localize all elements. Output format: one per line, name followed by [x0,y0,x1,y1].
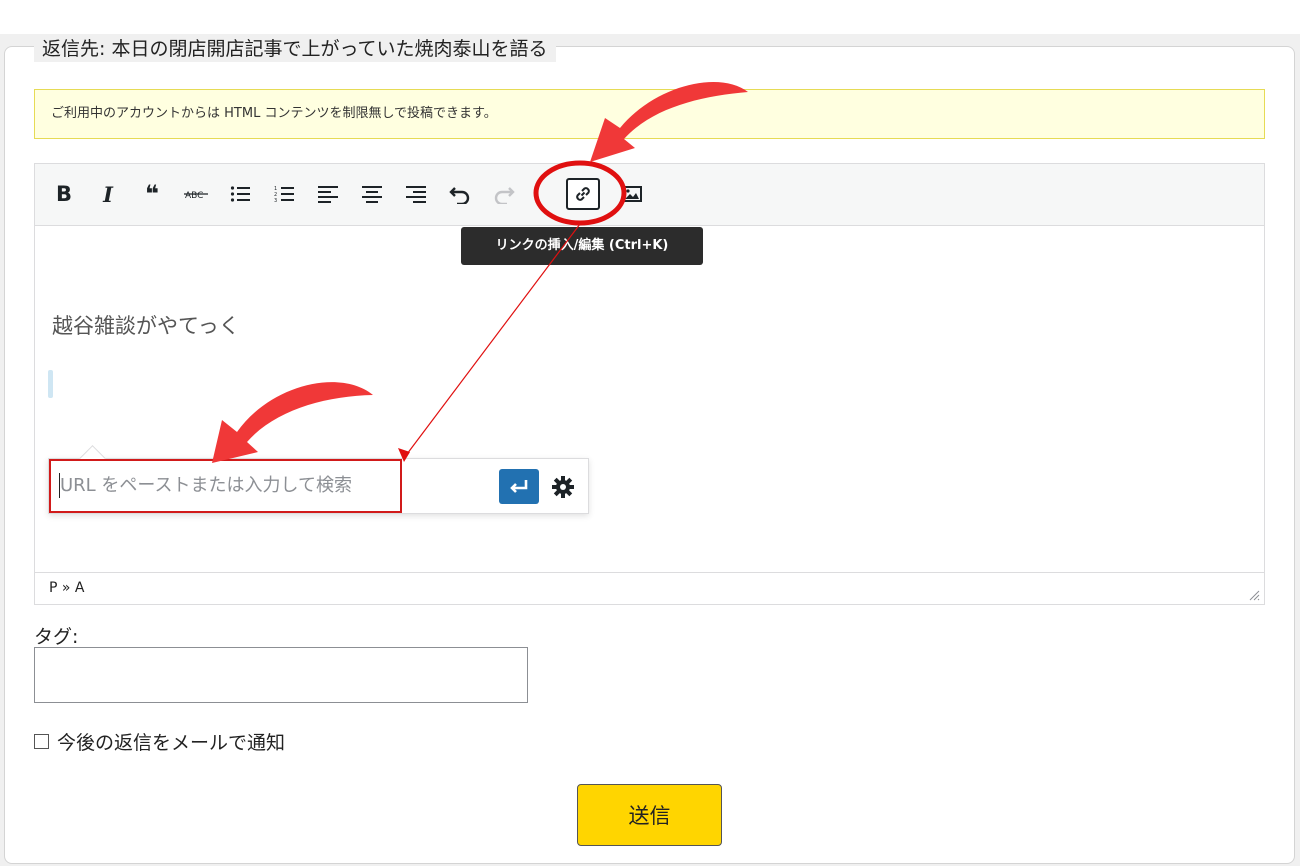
notify-option: 今後の返信をメールで通知 [34,728,285,755]
editor-content-text[interactable]: 越谷雑談がやてっく [52,310,240,340]
redo-icon[interactable] [487,178,521,210]
notify-checkbox[interactable] [34,734,49,749]
tag-label: タグ: [34,626,79,648]
html-notice: ご利用中のアカウントからは HTML コンテンツを制限無しで投稿できます。 [34,89,1265,139]
notify-label[interactable]: 今後の返信をメールで通知 [57,728,285,755]
reply-legend: 返信先: 本日の閉店開店記事で上がっていた焼肉泰山を語る [34,36,556,62]
link-tooltip: リンクの挿入/編集 (Ctrl+K) [461,227,703,265]
inline-link-popup: URL をペーストまたは入力して検索 [48,445,589,514]
tag-input[interactable] [34,647,528,703]
align-right-icon[interactable] [399,178,433,210]
align-left-icon[interactable] [311,178,345,210]
bulleted-list-icon[interactable] [223,178,257,210]
svg-text:3: 3 [274,198,277,203]
italic-icon[interactable]: I [91,178,125,210]
numbered-list-icon[interactable]: 123 [267,178,301,210]
link-settings-button[interactable] [545,469,581,504]
blockquote-icon[interactable]: ❝ [135,178,169,210]
svg-text:ABC: ABC [185,191,203,201]
top-strip [0,0,1300,34]
image-icon[interactable] [615,178,649,210]
enter-icon [510,479,528,493]
input-caret [59,473,60,498]
element-path[interactable]: P » A [49,580,85,596]
text-cursor-marker [48,370,53,398]
apply-link-button[interactable] [499,469,539,504]
resize-handle-icon[interactable] [1248,589,1260,601]
editor-toolbar: B I ❝ ABC 123 [35,164,1264,226]
align-center-icon[interactable] [355,178,389,210]
gear-icon [552,475,574,498]
bold-icon[interactable]: B [47,178,81,210]
submit-button[interactable]: 送信 [577,784,722,846]
editor-status-path: P » A [35,572,1264,604]
url-input[interactable]: URL をペーストまたは入力して検索 [49,459,402,513]
link-icon[interactable] [566,178,600,210]
undo-icon[interactable] [443,178,477,210]
strikethrough-icon[interactable]: ABC [179,178,213,210]
